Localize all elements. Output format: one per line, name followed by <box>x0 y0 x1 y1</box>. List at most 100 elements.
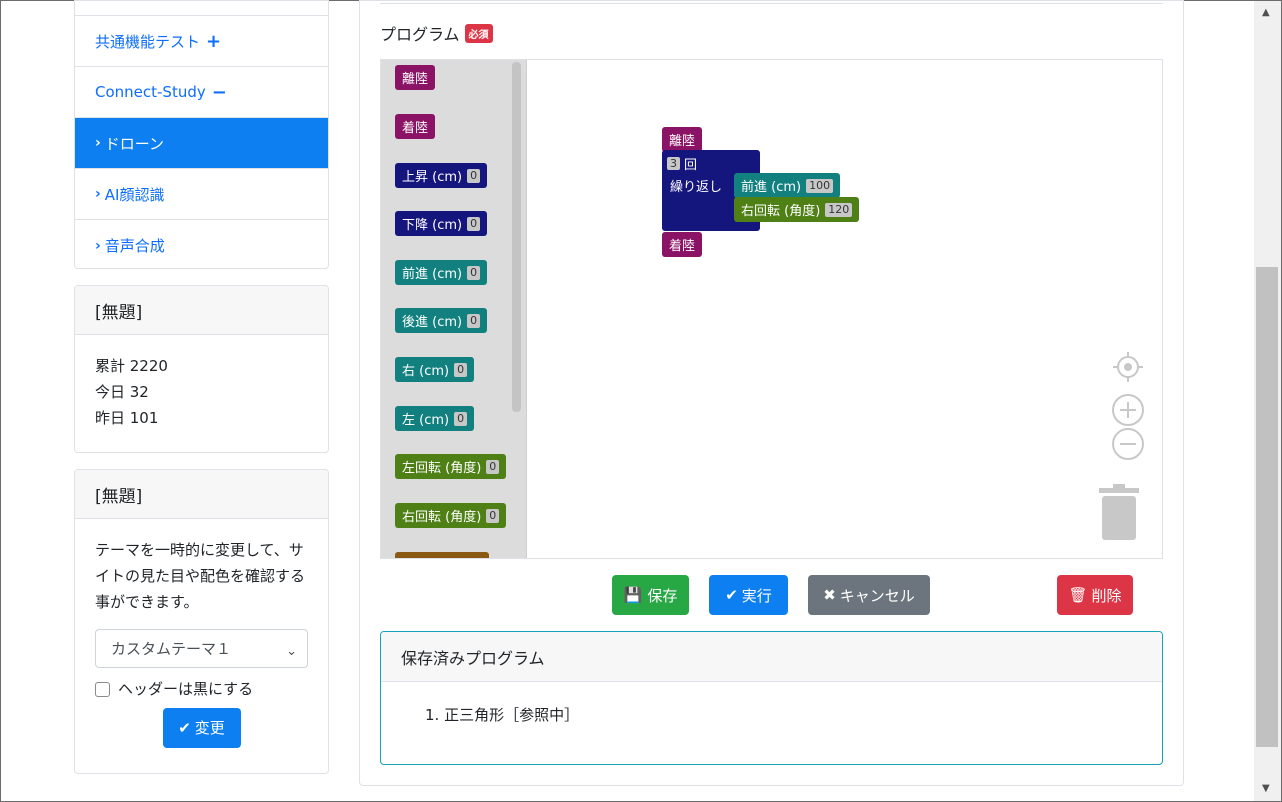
toolbox-block-turn-right[interactable]: 右回転 (角度) 0 <box>395 503 507 528</box>
repeat-unit: 回 <box>684 158 698 173</box>
repeat-count[interactable]: 3 <box>667 157 680 170</box>
trash-icon: 🗑 <box>1068 586 1088 604</box>
block-value: 0 <box>454 411 468 426</box>
sidebar-item-ai-face[interactable]: › AI顔認識 <box>75 169 328 220</box>
save-button[interactable]: 💾 保存 <box>612 575 689 615</box>
black-header-option[interactable]: ヘッダーは黒にする <box>95 676 308 702</box>
trash-icon[interactable] <box>1097 484 1141 542</box>
block-label: 下降 (cm) <box>402 218 463 233</box>
block-label: 着陸 <box>402 121 429 136</box>
required-badge: 必須 <box>464 23 493 43</box>
save-label: 保存 <box>647 586 678 605</box>
change-theme-button[interactable]: ✔ 変更 <box>162 708 241 748</box>
block-label: 右回転 (角度) <box>402 510 482 525</box>
scrollbar-thumb[interactable] <box>1256 267 1278 747</box>
save-icon: 💾 <box>623 586 643 604</box>
zoom-out-icon[interactable] <box>1111 427 1145 461</box>
zoom-in-icon[interactable] <box>1111 393 1145 427</box>
page-scrollbar[interactable]: ▲ ▼ <box>1254 1 1281 801</box>
canvas-block-turn-right[interactable]: 右回転 (角度) 120 <box>734 197 860 222</box>
block-label: 後進 (cm) <box>402 315 463 330</box>
crosshair-icon[interactable] <box>1111 350 1145 384</box>
toolbox-scrollbar[interactable] <box>512 62 521 412</box>
block-label: 着陸 <box>669 239 696 254</box>
block-label: 前進 (cm) <box>741 180 802 195</box>
counter-card-body: 累計 2220 今日 32 昨日 101 <box>75 335 328 449</box>
sidebar-menu: 共通機能テスト + Connect-Study − › ドローン › AI顔認識… <box>74 0 329 269</box>
black-header-checkbox[interactable] <box>95 681 110 697</box>
block-value: 0 <box>486 508 500 523</box>
toolbox-block-land[interactable]: 着陸 <box>395 114 436 139</box>
theme-card: [無題] テーマを一時的に変更して、サイトの見た目や配色を確認する事ができます。… <box>74 469 329 774</box>
block-value: 0 <box>467 216 481 231</box>
sidebar-item-drone[interactable]: › ドローン <box>75 118 328 169</box>
block-label: 離陸 <box>669 134 696 149</box>
block-value: 0 <box>454 362 468 377</box>
program-label-text: プログラム <box>380 25 460 44</box>
theme-description: テーマを一時的に変更して、サイトの見た目や配色を確認する事ができます。 <box>95 541 306 611</box>
sidebar-item-speech[interactable]: › 音声合成 <box>75 220 328 271</box>
block-value: 0 <box>467 168 481 183</box>
sidebar-item-common-test[interactable] <box>75 1 328 16</box>
saved-program-item[interactable]: 1. 正三角形［参照中］ <box>425 704 1162 725</box>
sidebar-item-common-test[interactable]: 共通機能テスト + <box>75 16 328 67</box>
delete-button[interactable]: 🗑 削除 <box>1057 575 1133 615</box>
counter-total: 累計 2220 <box>95 357 168 375</box>
toolbox-block-partial[interactable] <box>395 552 489 558</box>
sidebar-item-label: Connect-Study <box>95 83 206 101</box>
saved-programs-list: 1. 正三角形［参照中］ <box>381 682 1162 725</box>
check-icon: ✔ <box>725 586 738 604</box>
theme-select-value: カスタムテーマ１ <box>111 639 232 658</box>
theme-select[interactable]: カスタムテーマ１ ⌄ <box>95 629 308 668</box>
repeat-label: 繰り返し <box>670 180 723 195</box>
toolbox-block-left[interactable]: 左 (cm) 0 <box>395 406 475 431</box>
check-icon: ✔ <box>178 719 191 737</box>
saved-programs-title: 保存済みプログラム <box>381 632 1162 682</box>
divider <box>380 3 1163 4</box>
saved-programs-card: 保存済みプログラム 1. 正三角形［参照中］ <box>380 631 1163 765</box>
sidebar-item-label: ドローン <box>104 134 165 153</box>
program-label: プログラム 必須 <box>380 21 493 45</box>
cancel-label: キャンセル <box>839 586 915 605</box>
block-label: 前進 (cm) <box>402 267 463 282</box>
toolbox-block-right[interactable]: 右 (cm) 0 <box>395 357 475 382</box>
block-workspace[interactable]: 離陸 着陸 上昇 (cm) 0 下降 (cm) 0 前進 (cm) 0 後進 (… <box>380 59 1163 559</box>
block-label: 右 (cm) <box>402 364 450 379</box>
toolbox-block-backward[interactable]: 後進 (cm) 0 <box>395 308 488 333</box>
change-theme-label: 変更 <box>194 719 225 737</box>
canvas-block-takeoff[interactable]: 離陸 <box>662 127 703 152</box>
block-label: 離陸 <box>402 72 429 87</box>
toolbox-block-turn-left[interactable]: 左回転 (角度) 0 <box>395 454 507 479</box>
scroll-up-arrow-icon[interactable]: ▲ <box>1262 7 1270 18</box>
block-value[interactable]: 120 <box>825 202 853 217</box>
chevron-down-icon: ⌄ <box>286 644 297 659</box>
scroll-down-arrow-icon[interactable]: ▼ <box>1262 783 1270 794</box>
block-value: 0 <box>467 265 481 280</box>
cancel-button[interactable]: ✖ キャンセル <box>808 575 930 615</box>
canvas-block-forward[interactable]: 前進 (cm) 100 <box>734 173 841 198</box>
counter-today: 今日 32 <box>95 383 149 401</box>
block-value: 0 <box>467 313 481 328</box>
block-value[interactable]: 100 <box>806 178 834 193</box>
block-label: 右回転 (角度) <box>741 204 821 219</box>
block-toolbox[interactable]: 離陸 着陸 上昇 (cm) 0 下降 (cm) 0 前進 (cm) 0 後進 (… <box>381 60 527 558</box>
block-value: 0 <box>486 459 500 474</box>
counter-yesterday: 昨日 101 <box>95 409 159 427</box>
block-label: 左回転 (角度) <box>402 461 482 476</box>
sidebar-item-label: 共通機能テスト <box>95 32 201 51</box>
toolbox-block-down[interactable]: 下降 (cm) 0 <box>395 211 488 236</box>
toolbox-block-up[interactable]: 上昇 (cm) 0 <box>395 163 488 188</box>
toolbox-block-forward[interactable]: 前進 (cm) 0 <box>395 260 488 285</box>
chevron-right-icon: › <box>95 237 101 254</box>
sidebar-item-connect-study[interactable]: Connect-Study − <box>75 67 328 118</box>
run-button[interactable]: ✔ 実行 <box>709 575 788 615</box>
toolbox-block-takeoff[interactable]: 離陸 <box>395 65 436 90</box>
run-label: 実行 <box>741 586 772 605</box>
block-label: 上昇 (cm) <box>402 170 463 185</box>
theme-card-body: テーマを一時的に変更して、サイトの見た目や配色を確認する事ができます。 カスタム… <box>75 519 328 766</box>
black-header-label: ヘッダーは黒にする <box>118 680 254 698</box>
theme-card-title: [無題] <box>75 470 328 519</box>
canvas-block-land[interactable]: 着陸 <box>662 232 703 257</box>
chevron-right-icon: › <box>95 186 101 202</box>
sidebar-item-label: AI顔認識 <box>104 185 165 204</box>
